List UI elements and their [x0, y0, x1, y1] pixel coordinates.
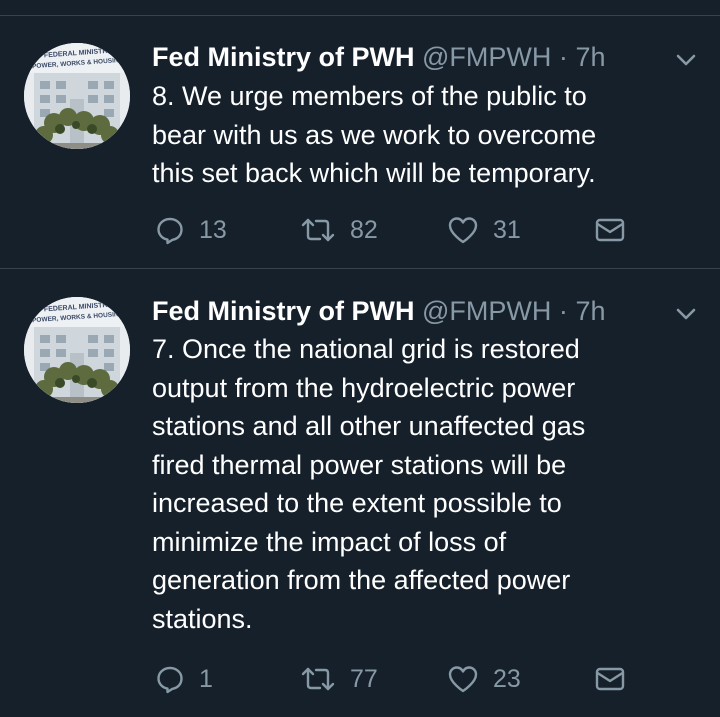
timestamp[interactable]: 7h — [575, 296, 605, 326]
author-name[interactable]: Fed Ministry of PWH — [152, 42, 415, 72]
reply-count: 13 — [199, 215, 227, 244]
tweet-actions: 13 82 31 — [0, 210, 720, 250]
retweet-icon — [300, 215, 336, 245]
reply-button[interactable]: 1 — [155, 659, 213, 699]
avatar[interactable]: FEDERAL MINISTRY POWER, WORKS & HOUSING — [24, 43, 130, 149]
tweet-text-line: fired thermal power stations will be — [152, 449, 567, 480]
tweet[interactable]: FEDERAL MINISTRY POWER, WORKS & HOUSING … — [0, 294, 720, 717]
separator-dot: · — [558, 296, 568, 326]
timestamp[interactable]: 7h — [575, 42, 605, 72]
retweet-count: 82 — [350, 215, 378, 244]
tweet-text-line: bear with us as we work to overcome — [152, 119, 597, 150]
reply-icon — [155, 215, 185, 245]
tweet-text-line: output from the hydroelectric power — [152, 372, 576, 403]
tweet-header: Fed Ministry of PWH @FMPWH · 7h — [152, 40, 630, 74]
share-mail-icon — [594, 215, 626, 245]
ministry-building-avatar-icon: FEDERAL MINISTRY POWER, WORKS & HOUSING — [24, 43, 130, 149]
retweet-button[interactable]: 82 — [300, 210, 378, 250]
retweet-count: 77 — [350, 664, 378, 693]
share-button[interactable] — [594, 210, 626, 250]
like-button[interactable]: 23 — [447, 659, 521, 699]
author-name[interactable]: Fed Ministry of PWH — [152, 296, 415, 326]
top-divider — [0, 15, 720, 16]
tweet-divider — [0, 268, 720, 269]
tweet-text-line: generation from the affected power — [152, 565, 571, 595]
like-count: 23 — [493, 664, 521, 693]
retweet-button[interactable]: 77 — [300, 659, 378, 699]
tweet-text: 8. We urge members of the public to bear… — [152, 77, 680, 193]
tweet-text-line: minimize the impact of loss of — [152, 526, 507, 557]
separator-dot: · — [558, 42, 568, 72]
reply-button[interactable]: 13 — [155, 210, 227, 250]
tweet-text-line: stations. — [152, 603, 253, 634]
tweet-text-line: 7. Once the national grid is restored — [152, 334, 580, 364]
author-handle[interactable]: @FMPWH — [422, 296, 551, 326]
ministry-building-avatar-icon: FEDERAL MINISTRY POWER, WORKS & HOUSING — [24, 297, 130, 403]
chevron-down-icon[interactable] — [672, 300, 700, 328]
share-mail-icon — [594, 664, 626, 694]
tweet-text-line: stations and all other unaffected gas — [152, 411, 586, 441]
tweet-text-line: 8. We urge members of the public to — [152, 81, 587, 111]
tweet-text-line: increased to the extent possible to — [152, 488, 562, 518]
author-handle[interactable]: @FMPWH — [422, 42, 551, 72]
reply-icon — [155, 664, 185, 694]
like-button[interactable]: 31 — [447, 210, 521, 250]
heart-icon — [447, 215, 479, 245]
avatar[interactable]: FEDERAL MINISTRY POWER, WORKS & HOUSING — [24, 297, 130, 403]
tweet-header: Fed Ministry of PWH @FMPWH · 7h — [152, 294, 630, 328]
heart-icon — [447, 664, 479, 694]
chevron-down-icon[interactable] — [672, 46, 700, 74]
tweet-text-line: this set back which will be temporary. — [152, 158, 596, 188]
tweet-actions: 1 77 23 — [0, 659, 720, 699]
reply-count: 1 — [199, 664, 213, 693]
tweet[interactable]: FEDERAL MINISTRY POWER, WORKS & HOUSING … — [0, 40, 720, 265]
tweet-text: 7. Once the national grid is restored ou… — [152, 330, 680, 638]
share-button[interactable] — [594, 659, 626, 699]
like-count: 31 — [493, 215, 521, 244]
retweet-icon — [300, 664, 336, 694]
